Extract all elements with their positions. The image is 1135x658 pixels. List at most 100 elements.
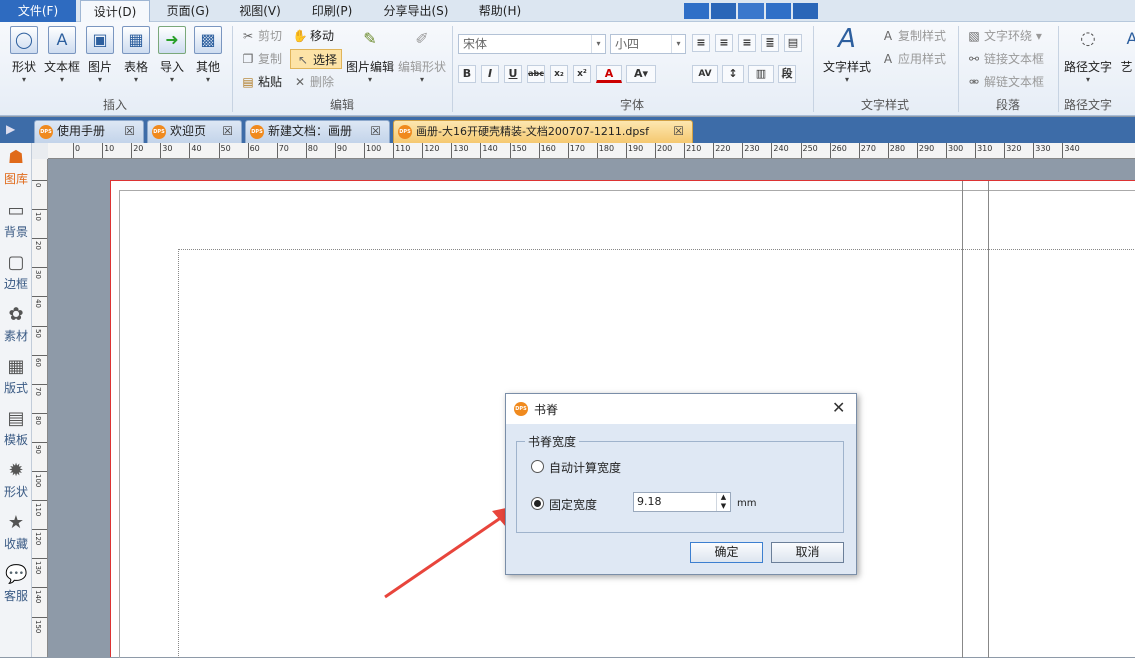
edit-shape-icon: ✐ [415,29,429,48]
textbox-button[interactable]: A 文本框 ▾ [44,26,80,84]
ruler-tick [858,143,860,158]
import-button[interactable]: ➜ 导入 ▾ [156,26,188,84]
art-text-button[interactable]: A艺 [1118,26,1135,75]
delete-button[interactable]: ✕ 删除 [292,72,334,92]
tab-new-album[interactable]: DPS 新建文档：画册 ☒ [245,120,390,143]
ruler-tick-label: 10 [34,212,42,222]
font-name-combo[interactable]: 宋体 ▾ [458,34,606,54]
menu-print[interactable]: 印刷(P) [302,0,362,22]
text-wrap-button[interactable]: ▧ 文字环绕 ▾ [966,26,1042,46]
link-textbox-button[interactable]: ⚯ 链接文本框 [966,49,1044,69]
auto-width-label[interactable]: 自动计算宽度 [549,459,621,476]
copy-style-button[interactable]: A 复制样式 [880,26,946,46]
ruler-tick-label: 100 [366,144,382,153]
spine-width-input[interactable]: 9.18 ▲ ▼ [633,492,731,512]
copy-button[interactable]: ❐ 复制 [240,49,282,69]
paste-icon: ▤ [242,75,254,89]
ruler-tick [451,143,453,158]
close-icon[interactable]: ☒ [222,121,233,142]
tab-album-document[interactable]: DPS 画册-大16开硬壳精装-文档200707-1211.dpsf ☒ [393,120,693,143]
ruler-tick-label: 340 [1064,144,1080,153]
fixed-width-radio[interactable] [531,497,544,510]
ruler-tick [509,143,511,158]
close-icon[interactable]: ☒ [124,121,135,142]
sidebar-item-favorites[interactable]: ★ 收藏 [0,512,32,552]
menu-design[interactable]: 设计(D) [80,0,150,23]
align-right-icon[interactable]: ≡ [738,34,756,52]
sidebar-item-border[interactable]: ▢ 边框 [0,252,32,292]
menu-help[interactable]: 帮助(H) [470,0,530,22]
superscript-icon[interactable]: x² [573,65,591,83]
close-icon[interactable]: ☒ [673,121,684,142]
align-left-icon[interactable]: ≡ [692,34,710,52]
scissors-icon: ✂ [242,29,254,43]
text-style-button[interactable]: A 文字样式 ▾ [818,26,876,84]
columns-icon[interactable]: ▥ [748,65,774,83]
table-button[interactable]: ▦ 表格 ▾ [120,26,152,84]
cut-button[interactable]: ✂ 剪切 [240,26,282,46]
move-button[interactable]: ✋ 移动 [292,26,335,46]
ruler-tick [655,143,656,158]
font-size-combo[interactable]: 小四 ▾ [610,34,686,54]
gallery-icon: ☗ [7,147,25,168]
ruler-tick-label: 130 [453,144,469,153]
paste-button[interactable]: ▤ 粘贴 [240,72,282,92]
line-spacing-icon[interactable]: ↕ [722,65,744,83]
sidebar-item-background[interactable]: ▭ 背景 [0,200,32,240]
menu-file[interactable]: 文件(F) [0,0,76,22]
textbox-icon: A [48,26,76,54]
theme-swatches[interactable] [684,3,819,19]
text-style-icon: A [838,24,856,54]
close-icon[interactable]: ☒ [370,121,381,142]
italic-icon[interactable]: I [481,65,499,83]
ruler-tick [742,143,744,158]
sidebar-item-material[interactable]: ✿ 素材 [0,304,32,344]
bold-icon[interactable]: B [458,65,476,83]
align-center-icon[interactable]: ≡ [715,34,733,52]
ruler-tick [975,143,977,158]
ruler-tick-label: 120 [34,532,42,546]
ruler-tick-label: 320 [1006,144,1022,153]
ruler-tick [771,143,773,158]
picture-edit-button[interactable]: ✎ 图片编辑 ▾ [345,26,395,84]
menu-share-export[interactable]: 分享导出(S) [376,0,456,22]
path-text-button[interactable]: ◌ 路径文字 ▾ [1062,26,1114,84]
align-distribute-icon[interactable]: ▤ [784,34,802,52]
sidebar-item-support[interactable]: 💬 客服 [0,564,32,604]
text-highlight-icon[interactable]: A▾ [626,65,656,83]
close-icon[interactable]: ✕ [832,398,845,417]
ruler-tick-label: 70 [278,144,289,153]
fixed-width-label[interactable]: 固定宽度 [549,496,597,513]
copy-icon: ❐ [242,52,254,66]
panel-toggle-icon[interactable]: ▶ [6,122,15,136]
menu-view[interactable]: 视图(V) [230,0,290,22]
char-spacing-icon[interactable]: AV [692,65,718,83]
picture-edit-icon: ✎ [363,29,377,48]
tab-welcome[interactable]: DPS 欢迎页 ☒ [147,120,242,143]
align-justify-icon[interactable]: ≣ [761,34,779,52]
subscript-icon[interactable]: x₂ [550,65,568,83]
sidebar-item-layout[interactable]: ▦ 版式 [0,356,32,396]
spin-stepper-icon[interactable]: ▲ ▼ [716,493,730,511]
auto-width-radio[interactable] [531,460,544,473]
unlink-textbox-button[interactable]: ⚮ 解链文本框 [966,72,1044,92]
strikethrough-icon[interactable]: abc [527,65,545,83]
picture-button[interactable]: ▣ 图片 ▾ [84,26,116,84]
menu-page[interactable]: 页面(G) [158,0,218,22]
font-color-icon[interactable]: A [596,65,622,83]
shape-button[interactable]: ◯ 形状 ▾ [8,26,40,84]
apply-style-button[interactable]: A 应用样式 [880,49,946,69]
dps-logo-icon: DPS [250,124,264,139]
sidebar-item-shape[interactable]: ✹ 形状 [0,460,32,500]
underline-icon[interactable]: U [504,65,522,83]
edit-shape-button[interactable]: ✐ 编辑形状 ▾ [397,26,447,84]
ruler-tick-label: 150 [511,144,527,153]
select-button[interactable]: ↖ 选择 [290,49,343,69]
sidebar-item-template[interactable]: ▤ 模板 [0,408,32,448]
tab-manual[interactable]: DPS 使用手册 ☒ [34,120,144,143]
other-button[interactable]: ▩ 其他 ▾ [192,26,224,84]
sidebar-item-gallery[interactable]: ☗ 图库 [0,147,32,187]
cancel-button[interactable]: 取消 [771,542,844,563]
paragraph-icon[interactable]: 段 [778,65,796,83]
ok-button[interactable]: 确定 [690,542,763,563]
